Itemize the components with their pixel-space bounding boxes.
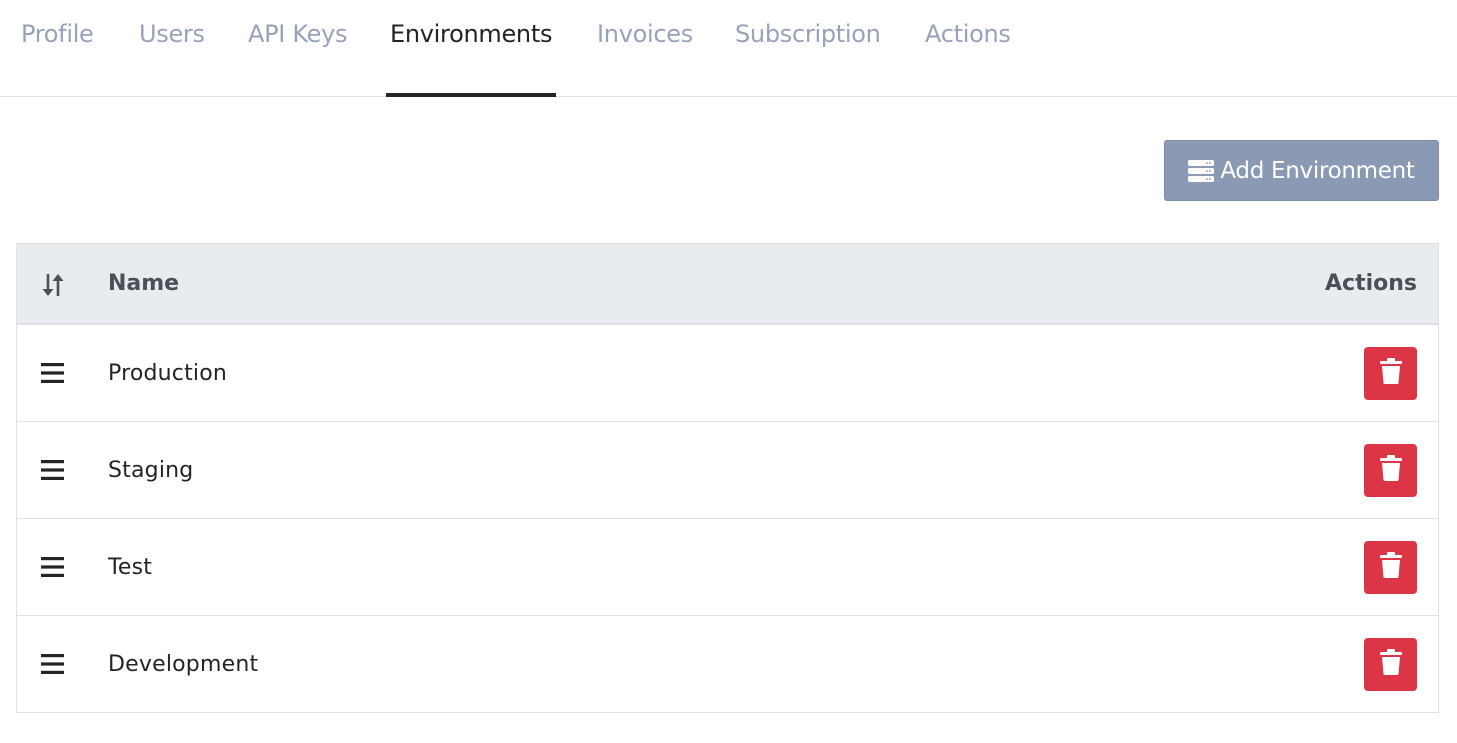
delete-button[interactable] [1364, 347, 1417, 400]
tab-api-keys[interactable]: API Keys [248, 0, 348, 97]
trash-icon [1379, 551, 1402, 584]
table-row: Staging [17, 422, 1438, 519]
server-icon [1188, 159, 1215, 182]
drag-handle-icon[interactable] [41, 557, 64, 577]
column-header-actions: Actions [1325, 271, 1417, 296]
drag-handle-icon[interactable] [41, 654, 64, 674]
environment-name: Development [108, 652, 259, 677]
column-header-name: Name [108, 271, 180, 296]
drag-handle-icon[interactable] [41, 460, 64, 480]
table-row: Test [17, 519, 1438, 616]
trash-icon [1379, 357, 1402, 390]
environments-table: Name Actions Production Staging Test Dev… [16, 243, 1439, 713]
tab-subscription[interactable]: Subscription [735, 0, 881, 97]
environment-name: Test [108, 555, 153, 580]
tab-invoices[interactable]: Invoices [597, 0, 693, 97]
tab-actions[interactable]: Actions [925, 0, 1011, 97]
delete-button[interactable] [1364, 638, 1417, 691]
delete-button[interactable] [1364, 444, 1417, 497]
tab-bar: Profile Users API Keys Environments Invo… [0, 0, 1457, 97]
add-environment-label: Add Environment [1220, 157, 1415, 184]
table-row: Production [17, 325, 1438, 422]
sort-arrows-icon[interactable] [41, 272, 65, 298]
tab-profile[interactable]: Profile [21, 0, 94, 97]
add-environment-button[interactable]: Add Environment [1164, 140, 1439, 201]
table-header: Name Actions [17, 244, 1438, 325]
tab-users[interactable]: Users [139, 0, 205, 97]
environment-name: Staging [108, 458, 194, 483]
table-row: Development [17, 616, 1438, 712]
environment-name: Production [108, 361, 228, 386]
tab-environments[interactable]: Environments [385, 0, 557, 97]
delete-button[interactable] [1364, 541, 1417, 594]
drag-handle-icon[interactable] [41, 363, 64, 383]
trash-icon [1379, 454, 1402, 487]
trash-icon [1379, 648, 1402, 681]
